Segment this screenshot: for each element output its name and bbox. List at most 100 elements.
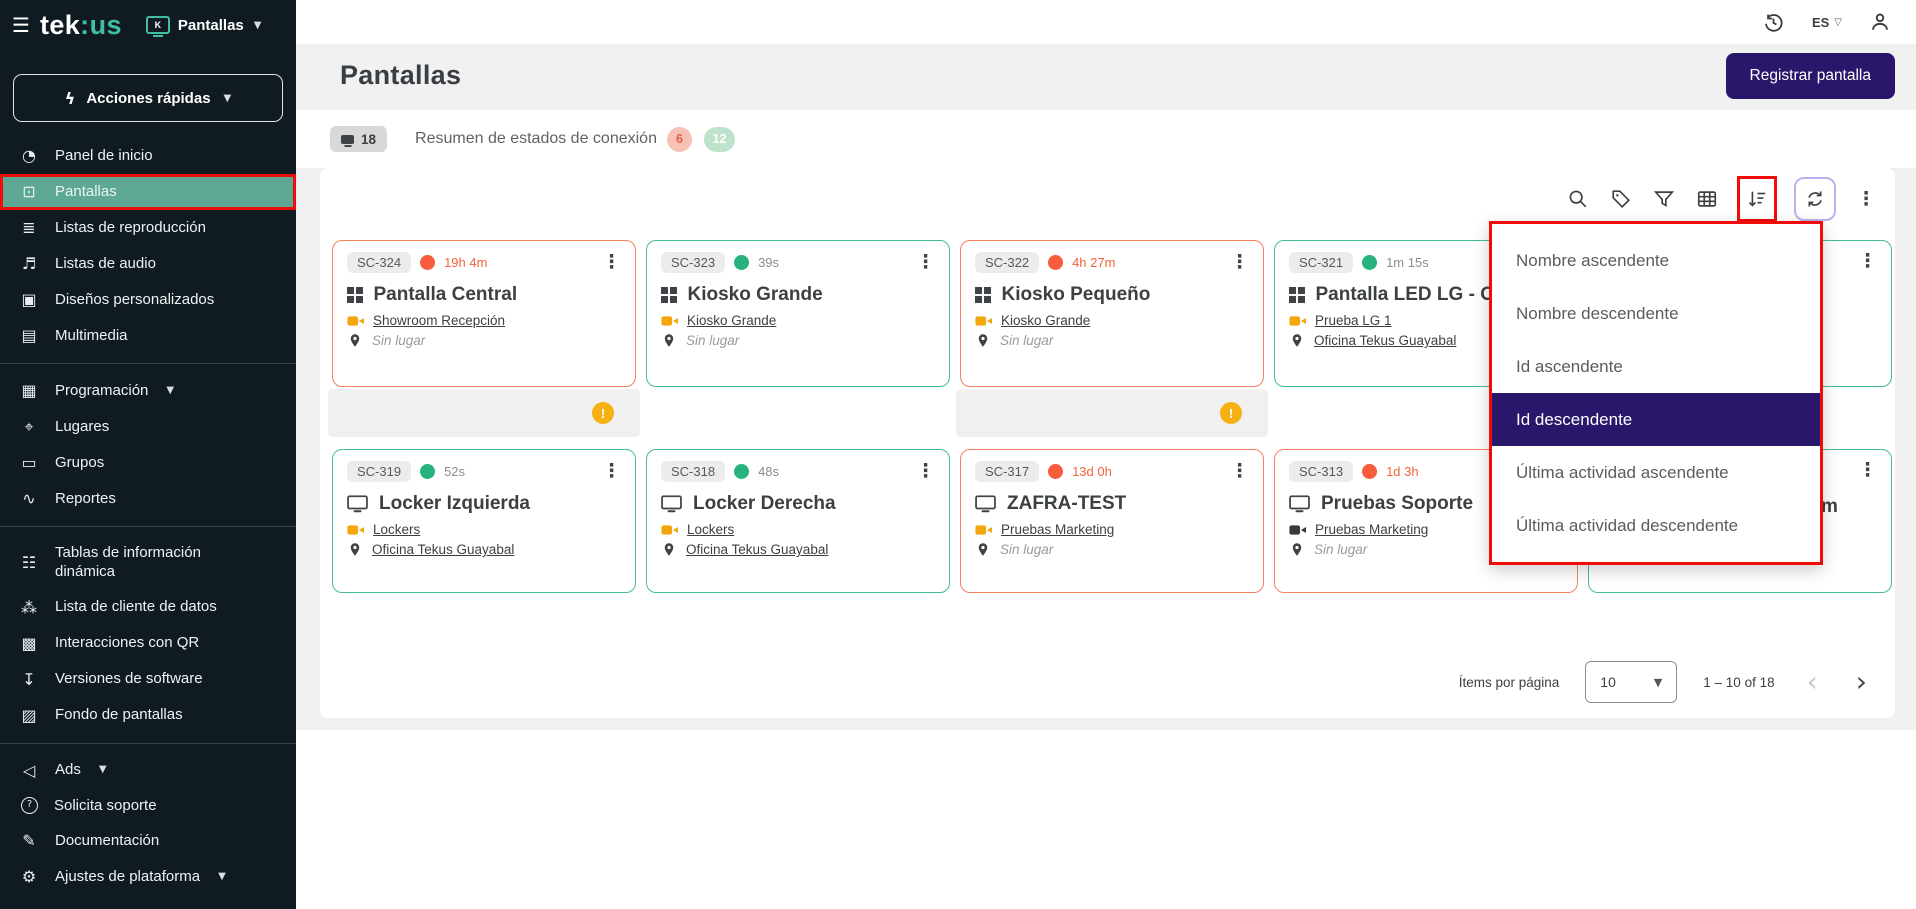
- screen-id-chip: SC-318: [661, 461, 725, 482]
- cloud-download-icon: ↧: [19, 670, 39, 690]
- sidebar-item-listas-de-audio[interactable]: ♬Listas de audio: [0, 246, 296, 282]
- sidebar-item-documentacion[interactable]: ✎Documentación: [0, 823, 296, 859]
- playlist-link[interactable]: Pruebas Marketing: [1315, 522, 1428, 537]
- playlist-link[interactable]: Lockers: [373, 522, 420, 537]
- location-pin-icon: [347, 542, 363, 557]
- sidebar-item-fondo-pantallas[interactable]: ▨Fondo de pantallas: [0, 698, 296, 734]
- card-menu-icon[interactable]: ⋮: [916, 253, 935, 272]
- sort-option-ultima-actividad-ascendente[interactable]: Última actividad ascendente: [1492, 446, 1820, 499]
- sidebar-item-pantallas[interactable]: ⊡Pantallas: [0, 174, 296, 210]
- hamburger-menu-icon[interactable]: ☰: [12, 13, 30, 37]
- playlist-link[interactable]: Pruebas Marketing: [1001, 522, 1114, 537]
- sort-icon[interactable]: [1745, 177, 1769, 221]
- last-activity: 19h 4m: [444, 255, 487, 270]
- quick-actions-label: Acciones rápidas: [86, 90, 210, 107]
- screen-card[interactable]: SC-317 13d 0h ⋮ ZAFRA-TEST Pruebas Marke…: [960, 449, 1264, 593]
- screen-card[interactable]: SC-319 52s ⋮ Locker Izquierda Lockers Of…: [332, 449, 636, 593]
- quick-actions-button[interactable]: ϟ Acciones rápidas ▼: [13, 74, 283, 122]
- panel-toolbar: ⋮: [1565, 176, 1879, 222]
- screen-id-chip: SC-319: [347, 461, 411, 482]
- search-icon[interactable]: [1565, 177, 1591, 221]
- playlist-link[interactable]: Kiosko Grande: [687, 313, 776, 328]
- status-dot-online: [734, 464, 749, 479]
- total-screens-chip[interactable]: 18: [330, 126, 387, 152]
- sidebar-item-panel-de-inicio[interactable]: ◔Panel de inicio: [0, 138, 296, 174]
- camera-icon: [975, 314, 992, 328]
- screen-card[interactable]: SC-324 19h 4m ⋮ Pantalla Central Showroo…: [332, 240, 636, 387]
- card-menu-icon[interactable]: ⋮: [602, 253, 621, 272]
- screen-name: Locker Izquierda: [379, 493, 530, 515]
- sort-option-id-ascendente[interactable]: Id ascendente: [1492, 340, 1820, 393]
- sidebar-item-solicita-soporte[interactable]: ?Solicita soporte: [0, 789, 296, 824]
- chevron-down-icon: ▼: [99, 764, 107, 777]
- location-link[interactable]: Oficina Tekus Guayabal: [372, 542, 514, 557]
- playlist-link[interactable]: Lockers: [687, 522, 734, 537]
- pin-icon: ⌖: [19, 417, 39, 437]
- more-vertical-icon[interactable]: ⋮: [1853, 177, 1879, 221]
- history-icon[interactable]: [1762, 10, 1786, 34]
- card-menu-icon[interactable]: ⋮: [602, 462, 621, 481]
- sort-annotation-box: [1737, 176, 1777, 222]
- register-screen-button[interactable]: Registrar pantalla: [1726, 53, 1895, 99]
- sidebar-item-tablas-informacion-dinamica[interactable]: ☷Tablas de información dinámica: [0, 536, 296, 590]
- sidebar-item-grupos[interactable]: ▭Grupos: [0, 445, 296, 481]
- card-footer-strip: !: [328, 389, 640, 437]
- filter-icon[interactable]: [1651, 177, 1677, 221]
- sidebar-header: ☰ tek:us K Pantallas ▼: [0, 0, 296, 48]
- chart-icon: ∿: [19, 489, 39, 509]
- topbar: ES ▽: [296, 0, 1916, 44]
- sidebar-item-versiones-software[interactable]: ↧Versiones de software: [0, 662, 296, 698]
- screen-name: Kiosko Grande: [688, 284, 823, 306]
- sidebar-item-lugares[interactable]: ⌖Lugares: [0, 409, 296, 445]
- location-label: Sin lugar: [1314, 542, 1367, 557]
- sort-option-nombre-ascendente[interactable]: Nombre ascendente: [1492, 234, 1820, 287]
- sidebar-item-interacciones-qr[interactable]: ▩Interacciones con QR: [0, 626, 296, 662]
- screen-id-chip: SC-317: [975, 461, 1039, 482]
- page-size-select[interactable]: 10 ▼: [1585, 661, 1677, 703]
- sidebar: ☰ tek:us K Pantallas ▼ ϟ Acciones rápida…: [0, 0, 296, 909]
- screen-card[interactable]: SC-323 39s ⋮ Kiosko Grande Kiosko Grande…: [646, 240, 950, 387]
- playlist-link[interactable]: Showroom Recepción: [373, 313, 505, 328]
- card-menu-icon[interactable]: ⋮: [1858, 461, 1877, 480]
- offline-count-badge[interactable]: 6: [667, 127, 692, 152]
- online-count-badge[interactable]: 12: [704, 127, 735, 152]
- location-link[interactable]: Oficina Tekus Guayabal: [686, 542, 828, 557]
- table-view-icon[interactable]: [1694, 177, 1720, 221]
- screen-card[interactable]: SC-322 4h 27m ⋮ Kiosko Pequeño Kiosko Gr…: [960, 240, 1264, 387]
- warning-icon[interactable]: !: [1220, 402, 1242, 424]
- warning-icon[interactable]: !: [592, 402, 614, 424]
- sidebar-item-multimedia[interactable]: ▤Multimedia: [0, 318, 296, 354]
- sidebar-item-disenos-personalizados[interactable]: ▣Diseños personalizados: [0, 282, 296, 318]
- sort-option-nombre-descendente[interactable]: Nombre descendente: [1492, 287, 1820, 340]
- layout-icon: ▣: [19, 290, 39, 310]
- previous-page-icon[interactable]: ‹: [1801, 668, 1824, 696]
- card-menu-icon[interactable]: ⋮: [1230, 462, 1249, 481]
- playlist-link[interactable]: Kiosko Grande: [1001, 313, 1090, 328]
- workspace-selector[interactable]: K Pantallas ▼: [146, 16, 262, 34]
- playlist-link[interactable]: Prueba LG 1: [1315, 313, 1392, 328]
- location-link[interactable]: Oficina Tekus Guayabal: [1314, 333, 1456, 348]
- sort-option-id-descendente[interactable]: Id descendente: [1492, 393, 1820, 446]
- next-page-icon[interactable]: ›: [1850, 668, 1873, 696]
- refresh-icon[interactable]: [1794, 177, 1836, 221]
- card-menu-icon[interactable]: ⋮: [1858, 252, 1877, 271]
- sidebar-divider: [0, 526, 296, 527]
- sidebar-item-ajustes-plataforma[interactable]: ⚙Ajustes de plataforma▼: [0, 859, 296, 895]
- screen-card[interactable]: SC-318 48s ⋮ Locker Derecha Lockers Ofic…: [646, 449, 950, 593]
- sidebar-item-listas-de-reproduccion[interactable]: ≣Listas de reproducción: [0, 210, 296, 246]
- sidebar-item-programacion[interactable]: ▦Programación▼: [0, 373, 296, 409]
- sort-option-ultima-actividad-descendente[interactable]: Última actividad descendente: [1492, 499, 1820, 552]
- tag-icon[interactable]: [1608, 177, 1634, 221]
- sidebar-item-reportes[interactable]: ∿Reportes: [0, 481, 296, 517]
- tekus-logo[interactable]: tek:us: [40, 10, 122, 41]
- sidebar-item-ads[interactable]: ◁Ads▼: [0, 753, 296, 789]
- screen-name: Kiosko Pequeño: [1002, 284, 1151, 306]
- last-activity: 4h 27m: [1072, 255, 1115, 270]
- lightning-icon: ϟ: [65, 89, 76, 108]
- card-menu-icon[interactable]: ⋮: [916, 462, 935, 481]
- connection-summary-row: 18 Resumen de estados de conexión 6 12: [296, 110, 1916, 168]
- language-selector[interactable]: ES ▽: [1812, 15, 1842, 30]
- user-account-icon[interactable]: [1868, 10, 1892, 34]
- sidebar-item-lista-cliente-datos[interactable]: ⁂Lista de cliente de datos: [0, 590, 296, 626]
- card-menu-icon[interactable]: ⋮: [1230, 253, 1249, 272]
